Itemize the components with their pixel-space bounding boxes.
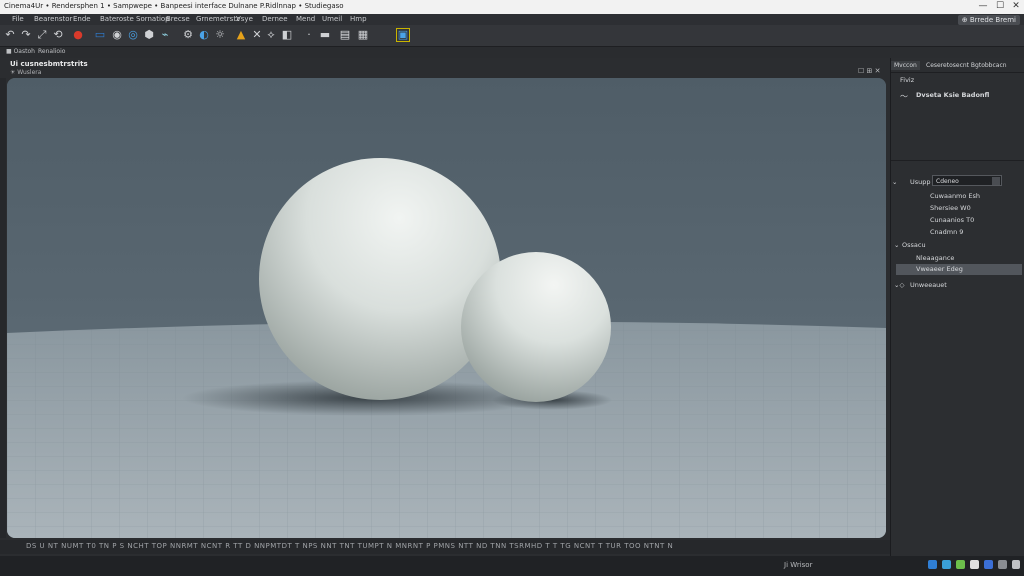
minimize-button[interactable]: — (978, 1, 988, 11)
rotate-icon[interactable]: ⟲ (51, 28, 65, 42)
tab-content-browser[interactable]: Ceseretosecnt Bgtobbcacn (926, 62, 1007, 69)
menu-item[interactable]: Ende (73, 15, 91, 23)
render-button[interactable]: ⊕ Brrede Bremi (957, 15, 1020, 25)
chevron-down-icon[interactable]: ⌄ (892, 178, 897, 186)
cube-icon[interactable]: ⬢ (142, 28, 156, 42)
material-item[interactable]: Cuwaanmo Esh (930, 192, 980, 200)
material-item[interactable]: Shersiee W0 (930, 204, 971, 212)
panel-divider (891, 72, 1024, 73)
menu-item[interactable]: Brecse (166, 15, 190, 23)
main-toolbar: ↶ ↷ ⤢ ⟲ ● ▭ ◉ ◎ ⬢ ⌁ ⚙ ◐ ☼ ▲ ✕ ⟡ ◧ · ▬ ▤ … (0, 25, 1024, 47)
menu-item[interactable]: Mend (296, 15, 315, 23)
move-icon[interactable]: ⤢ (35, 28, 49, 42)
tray-icon[interactable] (928, 560, 937, 569)
left-tool-strip[interactable] (0, 78, 6, 538)
timeline[interactable]: DS U NT NUMT T0 TN P S NCHT TOP NNRMT NC… (0, 540, 890, 554)
menu-item[interactable]: Bearenstor (34, 15, 72, 23)
status-text: Ji Wrisor (784, 561, 813, 569)
tab-objects-panel[interactable]: Mvccon (891, 61, 920, 70)
window-title: Cinema4Ur • Rendersphen 1 • Sampwepe • B… (4, 2, 344, 10)
viewport-tabs: ■ Oastoh Renalioio (0, 47, 890, 58)
spline-icon: 〜 (900, 92, 908, 101)
menu-item[interactable]: Bateroste (100, 15, 134, 23)
large-sphere[interactable] (259, 158, 501, 400)
display-icon[interactable]: ▦ (356, 28, 370, 42)
layer-select-value: Cdeneo (936, 178, 959, 185)
viewport-corner-icons[interactable]: ☐ ⊞ ✕ (858, 67, 880, 75)
record-icon[interactable]: ● (71, 28, 85, 42)
timeline-ticks: DS U NT NUMT T0 TN P S NCHT TOP NNRMT NC… (26, 542, 674, 550)
attributes-panel (890, 58, 1024, 556)
layers-icon[interactable]: ▤ (338, 28, 352, 42)
group-item-label: Vweaeer Edeg (916, 265, 963, 273)
world-icon[interactable]: ◐ (197, 28, 211, 42)
material-item[interactable]: Cunaanios T0 (930, 216, 974, 224)
object-row[interactable]: Dvseta Ksie Badonfl (916, 91, 989, 99)
globe-icon[interactable]: ◎ (126, 28, 140, 42)
layer-label: Usupp (910, 178, 931, 186)
group-title: Ossacu (902, 241, 926, 249)
camera-icon[interactable]: ▭ (93, 28, 107, 42)
small-sphere[interactable] (461, 252, 611, 402)
active-tool-icon[interactable]: ▣ (396, 28, 410, 42)
redo-icon[interactable]: ↷ (19, 28, 33, 42)
deformer-icon[interactable]: ⌁ (158, 28, 172, 42)
tab-renderer[interactable]: Renalioio (38, 48, 65, 55)
footer-row[interactable]: Unweeauet (910, 281, 947, 289)
axis-icon[interactable]: ✕ (250, 28, 264, 42)
taskbar: Ji Wrisor (0, 556, 1024, 576)
menu-item[interactable]: Grnemetrstz (196, 15, 240, 23)
menu-item[interactable]: Vsye (236, 15, 253, 23)
viewport-camera-label[interactable]: ☀ Wuslera (10, 69, 41, 76)
layer-select[interactable]: Cdeneo (932, 175, 1002, 186)
maximize-button[interactable]: ☐ (995, 1, 1005, 11)
sun-icon[interactable]: ☼ (213, 28, 227, 42)
sphere-icon[interactable]: ◉ (110, 28, 124, 42)
group-item[interactable]: Nleaagance (916, 254, 954, 262)
group-item-selected[interactable]: Vweaeer Edeg (896, 264, 1022, 275)
tray-icon[interactable] (1012, 560, 1020, 569)
chevron-down-icon[interactable]: ⌄ (894, 241, 899, 249)
render-icon[interactable]: ◧ (280, 28, 294, 42)
menu-item[interactable]: Dernee (262, 15, 288, 23)
lasso-icon[interactable]: ⟡ (264, 28, 278, 42)
menu-help[interactable]: Hmp (350, 15, 367, 23)
warning-icon[interactable]: ▲ (234, 28, 248, 42)
panel-divider (891, 160, 1024, 161)
menu-item[interactable]: Sornatiop (136, 15, 170, 23)
tray-icon[interactable] (956, 560, 965, 569)
menu-item[interactable]: Umeil (322, 15, 342, 23)
window-titlebar: Cinema4Ur • Rendersphen 1 • Sampwepe • B… (0, 0, 1024, 14)
render-scene (7, 78, 886, 538)
dropdown-icon[interactable] (992, 177, 1000, 185)
settings-icon[interactable]: ⚙ (181, 28, 195, 42)
tray-icon[interactable] (942, 560, 951, 569)
undo-icon[interactable]: ↶ (3, 28, 17, 42)
panel-section-title: Fiviz (900, 76, 915, 84)
3d-viewport[interactable] (7, 78, 886, 538)
tab-objects[interactable]: ■ Oastoh (6, 48, 35, 55)
tray-icon[interactable] (970, 560, 979, 569)
viewport-title: Ui cusnesbmtrstrits (10, 60, 88, 68)
tray-icon[interactable] (998, 560, 1007, 569)
material-item[interactable]: Cnadmn 9 (930, 228, 963, 236)
menu-file[interactable]: File (12, 15, 24, 23)
bar-icon[interactable]: ▬ (318, 28, 332, 42)
tray-icon[interactable] (984, 560, 993, 569)
expand-icon[interactable]: ⌄◇ (894, 281, 904, 289)
dot-icon[interactable]: · (302, 28, 316, 42)
close-button[interactable]: ✕ (1011, 1, 1021, 11)
menubar: File Bearenstor Ende Bateroste Sornatiop… (0, 14, 1024, 25)
